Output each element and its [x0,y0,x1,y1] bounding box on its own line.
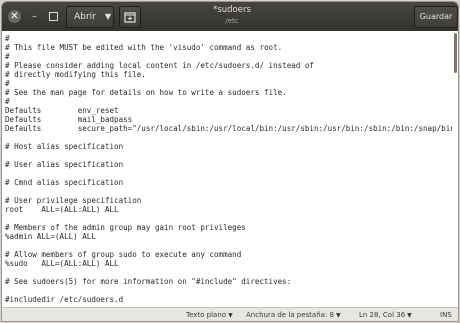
close-window-button[interactable]: ✕ [8,10,21,23]
save-button[interactable]: Guardar [414,6,458,28]
editor-line: # User alias specification [5,160,124,169]
tab-width-label: Anchura de la pestaña: 8 [246,311,334,319]
document-name: *sudoers [213,5,251,15]
document-path: /etc [225,17,239,25]
new-document-button[interactable] [119,6,141,28]
editor-line: %sudo ALL=(ALL:ALL) ALL [5,259,119,268]
editor-line: # This file MUST be edited with the 'vis… [5,43,283,52]
window-title: *sudoers /etc [152,5,312,26]
text-editor[interactable]: # # This file MUST be edited with the 'vi… [2,31,452,307]
editor-line: # directly modifying this file. [5,70,146,79]
tab-width-selector[interactable]: Anchura de la pestaña: 8 ▼ [246,310,341,321]
editor-line: # See the man page for details on how to… [5,88,287,97]
language-selector[interactable]: Texto plano ▼ [186,310,233,321]
scrollbar-thumb[interactable] [454,33,457,73]
minimize-window-button[interactable]: – [28,10,41,23]
open-recent-dropdown[interactable]: ▼ [103,6,114,28]
open-button[interactable]: Abrir [66,6,104,28]
chevron-down-icon: ▼ [407,312,412,319]
maximize-icon [49,12,58,21]
editor-line: root ALL=(ALL:ALL) ALL [5,205,119,214]
insert-mode: INS [440,311,452,319]
new-tab-icon [124,12,136,23]
language-label: Texto plano [186,311,227,319]
minimize-icon: – [32,11,37,22]
status-bar: Texto plano ▼ Anchura de la pestaña: 8 ▼ L… [2,307,458,321]
maximize-window-button[interactable] [47,10,60,23]
editor-line: Defaults secure_path="/usr/local/sbin:/u… [5,124,452,133]
editor-line: #includedir /etc/sudoers.d [5,295,124,304]
header-bar: ✕ – Abrir ▼ *sudoers /etc Guardar [2,2,458,31]
chevron-down-icon: ▼ [228,312,233,319]
editor-line: # Host alias specification [5,142,124,151]
editor-line: # Cmnd alias specification [5,178,124,187]
cursor-position[interactable]: Ln 28, Col 36 ▼ [359,310,412,321]
chevron-down-icon: ▼ [335,312,341,319]
editor-line: # See sudoers(5) for more information on… [5,277,292,286]
editor-line: %admin ALL=(ALL) ALL [5,232,96,241]
gedit-window: ✕ – Abrir ▼ *sudoers /etc Guardar # # Thi… [2,2,458,321]
close-icon: ✕ [10,11,19,22]
chevron-down-icon: ▼ [104,12,112,21]
cursor-position-label: Ln 28, Col 36 [359,311,406,319]
